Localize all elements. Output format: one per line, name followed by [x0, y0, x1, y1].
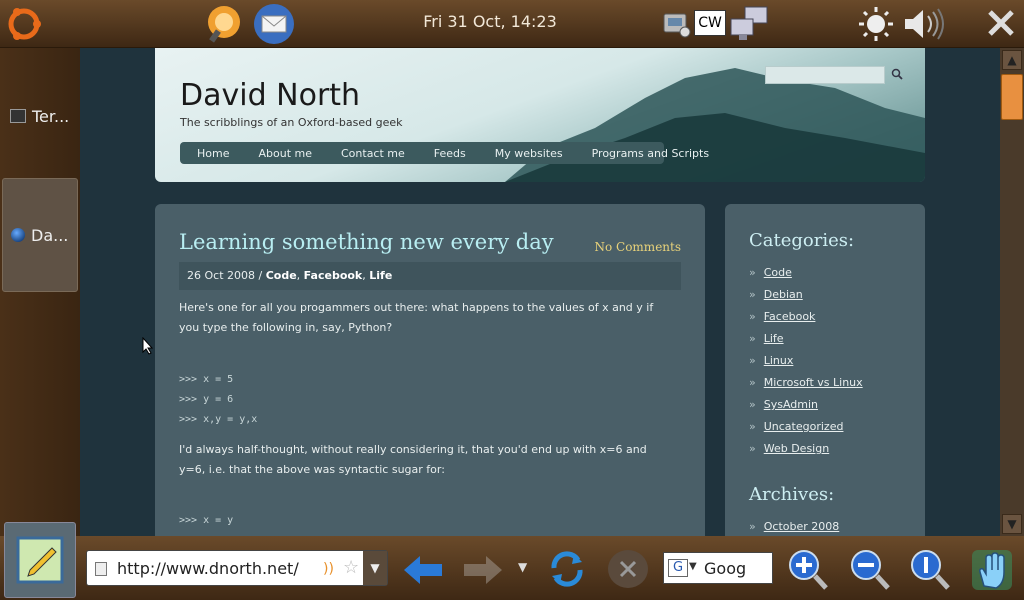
archives-heading: Archives:: [749, 484, 835, 505]
scroll-down-button[interactable]: ▼: [1002, 514, 1022, 534]
volume-icon[interactable]: [900, 4, 948, 44]
nav-websites[interactable]: My websites: [478, 147, 575, 160]
task-browser[interactable]: Da...: [2, 178, 78, 292]
category-item[interactable]: » Life: [749, 332, 784, 345]
task-label: Ter...: [32, 106, 70, 126]
browser-toolbar: http://www.dnorth.net/ )) ☆ ▼ ▼ G ▼ Goog: [0, 522, 1024, 600]
mouse-cursor-icon: [142, 337, 154, 355]
history-dropdown-icon[interactable]: ▼: [518, 560, 527, 574]
code-line: >>> x = 5: [179, 374, 234, 385]
url-dropdown-button[interactable]: ▼: [363, 551, 387, 585]
site-tagline: The scribblings of an Oxford-based geek: [180, 116, 403, 129]
task-terminal[interactable]: Ter...: [2, 90, 78, 142]
archive-item[interactable]: » October 2008: [749, 520, 839, 533]
mail-app-icon[interactable]: [250, 0, 298, 48]
nav-contact[interactable]: Contact me: [324, 147, 417, 160]
category-item[interactable]: » Facebook: [749, 310, 815, 323]
post-paragraph: I'd always half-thought, without really …: [179, 443, 647, 476]
code-line: >>> x = y: [179, 515, 234, 526]
pan-hand-icon[interactable]: [968, 546, 1018, 596]
web-content[interactable]: David North The scribblings of an Oxford…: [80, 48, 1000, 536]
zoom-in-icon[interactable]: [786, 548, 830, 592]
tag-link[interactable]: Life: [369, 269, 392, 282]
category-item[interactable]: » Debian: [749, 288, 803, 301]
nav-feeds[interactable]: Feeds: [417, 147, 478, 160]
reload-button[interactable]: [546, 548, 590, 590]
nav-programs[interactable]: Programs and Scripts: [575, 147, 721, 160]
category-item[interactable]: » SysAdmin: [749, 398, 818, 411]
google-icon: G: [668, 559, 688, 577]
post-title[interactable]: Learning something new every day: [179, 230, 554, 254]
site-header: David North The scribblings of an Oxford…: [155, 48, 925, 182]
search-input[interactable]: [765, 66, 885, 84]
engine-dropdown-icon[interactable]: ▼: [689, 561, 697, 572]
search-app-icon[interactable]: [202, 2, 246, 46]
nav-home[interactable]: Home: [180, 147, 241, 160]
categories-heading: Categories:: [749, 230, 855, 251]
tag-link[interactable]: Code: [266, 269, 297, 282]
site-title[interactable]: David North: [180, 78, 360, 113]
category-item[interactable]: » Microsoft vs Linux: [749, 376, 863, 389]
zoom-out-icon[interactable]: [848, 548, 892, 592]
forward-button[interactable]: [462, 554, 506, 586]
main-nav: Home About me Contact me Feeds My websit…: [180, 142, 709, 164]
search-icon[interactable]: [891, 68, 903, 83]
code-line: >>> x,y = y,x: [179, 414, 258, 425]
stop-button[interactable]: [608, 550, 648, 588]
clock[interactable]: Fri 31 Oct, 14:23: [400, 12, 580, 31]
bookmark-star-icon[interactable]: ☆: [343, 557, 359, 578]
category-item[interactable]: » Web Design: [749, 442, 829, 455]
url-bar[interactable]: http://www.dnorth.net/ )) ☆ ▼: [86, 550, 388, 586]
category-item[interactable]: » Code: [749, 266, 792, 279]
terminal-icon: [10, 109, 26, 123]
code-block: >>> x = y: [179, 511, 233, 531]
search-engine-field[interactable]: G ▼ Goog: [663, 552, 773, 584]
blog-post: Learning something new every day No Comm…: [155, 204, 705, 536]
ubuntu-menu-icon[interactable]: [2, 2, 46, 46]
category-item[interactable]: » Linux: [749, 354, 793, 367]
page-icon: [95, 562, 107, 576]
back-button[interactable]: [402, 554, 446, 586]
scroll-thumb[interactable]: [1001, 74, 1023, 120]
tag-link[interactable]: Facebook: [304, 269, 363, 282]
post-date: 26 Oct 2008 /: [187, 269, 266, 282]
rss-icon[interactable]: )): [323, 561, 334, 577]
cw-keyboard-icon[interactable]: CW: [694, 10, 726, 36]
zoom-reset-icon[interactable]: [908, 548, 952, 592]
post-paragraph: Here's one for all you progammers out th…: [179, 301, 654, 334]
browser-icon: [11, 228, 25, 242]
category-item[interactable]: » Uncategorized: [749, 420, 843, 433]
nav-about[interactable]: About me: [241, 147, 324, 160]
search-engine-text[interactable]: Goog: [704, 559, 746, 578]
close-icon[interactable]: [982, 4, 1020, 42]
network-icon[interactable]: [728, 4, 772, 44]
post-meta: 26 Oct 2008 / Code, Facebook, Life: [179, 262, 681, 290]
comments-link[interactable]: No Comments: [594, 240, 681, 254]
code-line: >>> y = 6: [179, 394, 234, 405]
edit-note-icon[interactable]: [4, 522, 76, 598]
sidebar: Categories: » Code » Debian » Facebook » Lif…: [725, 204, 925, 536]
scroll-up-button[interactable]: ▲: [1002, 50, 1022, 70]
brightness-icon[interactable]: [856, 4, 896, 44]
code-block: >>> x = 5 >>> y = 6 >>> x,y = y,x: [179, 370, 257, 430]
url-input[interactable]: http://www.dnorth.net/: [117, 559, 299, 578]
vertical-scrollbar[interactable]: ▲ ▼: [1000, 48, 1024, 536]
connection-icon[interactable]: [660, 6, 692, 40]
task-switcher: Ter... Da...: [0, 48, 80, 536]
task-label: Da...: [31, 225, 69, 245]
top-panel: Fri 31 Oct, 14:23 CW: [0, 0, 1024, 48]
